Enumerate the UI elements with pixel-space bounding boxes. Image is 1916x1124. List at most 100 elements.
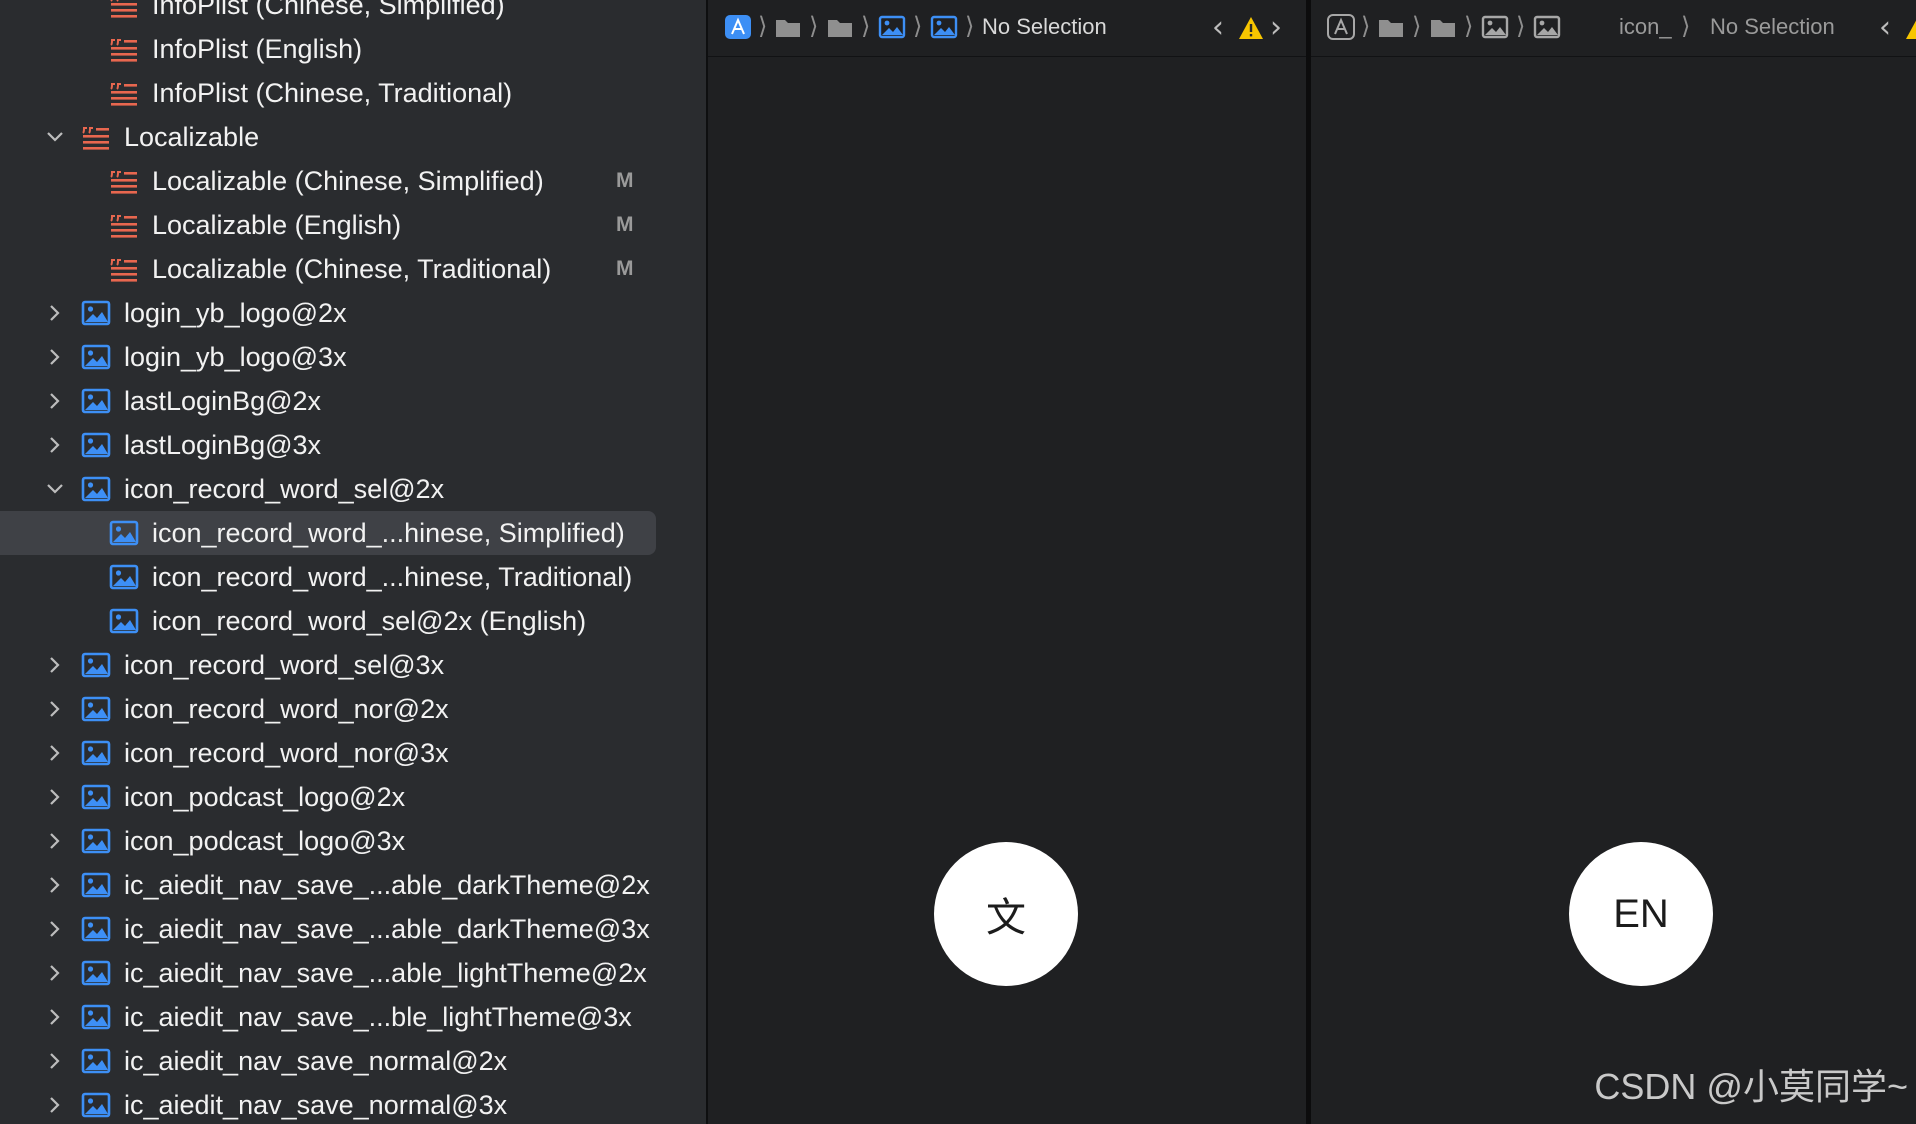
chevron-right-icon[interactable]: [40, 731, 70, 775]
navigator-row[interactable]: icon_record_word_nor@2x: [0, 687, 706, 731]
chevron-right-icon[interactable]: [40, 995, 70, 1039]
image-file-icon[interactable]: [930, 14, 958, 40]
chevron-right-icon[interactable]: [40, 775, 70, 819]
chevron-left-icon[interactable]: ‹: [1212, 10, 1224, 45]
navigator-row-label: login_yb_logo@3x: [124, 342, 347, 372]
image-file-icon: [81, 740, 111, 766]
navigator-row-label: icon_record_word_nor@2x: [124, 694, 449, 724]
navigator-row[interactable]: login_yb_logo@2x: [0, 291, 706, 335]
jump-bar-left: ⟩ ⟩ ⟩ ⟩ ⟩ No Selection ‹ ›: [708, 0, 1306, 57]
editor-pane-left: ⟩ ⟩ ⟩ ⟩ ⟩ No Selection ‹ › 文: [708, 0, 1306, 1124]
image-file-icon: [81, 872, 111, 898]
navigator-row[interactable]: Localizable (Chinese, Simplified) M: [0, 159, 706, 203]
breadcrumb-separator: ⟩: [861, 12, 871, 40]
breadcrumb-separator: ⟩: [809, 12, 819, 40]
navigator-row[interactable]: Localizable (English) M: [0, 203, 706, 247]
source-control-modified-badge: M: [616, 213, 634, 236]
language-switch-button-chinese[interactable]: 文: [934, 842, 1078, 986]
image-file-icon: [81, 828, 111, 854]
folder-icon[interactable]: [1429, 14, 1457, 40]
breadcrumb-separator: ⟩: [1464, 12, 1474, 40]
navigator-row[interactable]: icon_record_word_sel@2x (English): [0, 599, 706, 643]
navigator-row[interactable]: icon_record_word_...hinese, Simplified): [0, 511, 706, 555]
app-project-icon[interactable]: [1327, 14, 1355, 40]
jump-bar-right: ⟩ ⟩ ⟩ ⟩ icon_ ⟩ No Selection ‹: [1311, 0, 1916, 57]
image-file-icon: [81, 1004, 111, 1030]
image-file-icon: [81, 652, 111, 678]
source-control-modified-badge: M: [616, 169, 634, 192]
navigator-row[interactable]: Localizable (Chinese, Traditional) M: [0, 247, 706, 291]
navigator-row[interactable]: Localizable: [0, 115, 706, 159]
chevron-right-icon[interactable]: ›: [1270, 10, 1282, 45]
chevron-right-icon[interactable]: [40, 687, 70, 731]
breadcrumb-separator: ⟩: [1361, 12, 1371, 40]
navigator-row[interactable]: lastLoginBg@2x: [0, 379, 706, 423]
breadcrumb-separator: ⟩: [758, 12, 768, 40]
navigator-row[interactable]: ic_aiedit_nav_save_...able_darkTheme@2x: [0, 863, 706, 907]
language-switch-button-english[interactable]: EN: [1569, 842, 1713, 986]
navigator-row[interactable]: icon_podcast_logo@3x: [0, 819, 706, 863]
navigator-row[interactable]: InfoPlist (English): [0, 27, 706, 71]
navigator-row[interactable]: lastLoginBg@3x: [0, 423, 706, 467]
navigator-row[interactable]: login_yb_logo@3x: [0, 335, 706, 379]
chevron-right-icon[interactable]: [40, 1083, 70, 1124]
navigator-row[interactable]: ic_aiedit_nav_save_normal@3x: [0, 1083, 706, 1124]
navigator-row-label: InfoPlist (Chinese, Simplified): [152, 0, 505, 20]
image-file-icon: [81, 300, 111, 326]
chevron-right-icon[interactable]: [40, 423, 70, 467]
navigator-row-label: icon_podcast_logo@2x: [124, 782, 406, 812]
chevron-right-icon[interactable]: [40, 291, 70, 335]
breadcrumb-file-name[interactable]: icon_: [1619, 14, 1672, 40]
navigator-row[interactable]: icon_record_word_...hinese, Traditional): [0, 555, 706, 599]
navigator-row[interactable]: icon_record_word_nor@3x: [0, 731, 706, 775]
navigator-row[interactable]: ic_aiedit_nav_save_...able_lightTheme@2x: [0, 951, 706, 995]
navigator-row[interactable]: icon_record_word_sel@3x: [0, 643, 706, 687]
navigator-row-label: InfoPlist (English): [152, 34, 363, 64]
navigator-row-label: ic_aiedit_nav_save_normal@3x: [124, 1090, 508, 1120]
navigator-row-label: ic_aiedit_nav_save_...able_darkTheme@2x: [124, 870, 650, 900]
breadcrumb-separator: ⟩: [913, 12, 923, 40]
navigator-row-label: icon_record_word_nor@3x: [124, 738, 449, 768]
breadcrumb-separator: ⟩: [965, 12, 975, 40]
navigator-row[interactable]: InfoPlist (Chinese, Simplified): [0, 0, 706, 27]
navigator-row[interactable]: ic_aiedit_nav_save_normal@2x: [0, 1039, 706, 1083]
chevron-right-icon[interactable]: [40, 643, 70, 687]
warning-icon[interactable]: [1905, 16, 1916, 40]
chevron-right-icon[interactable]: [40, 1039, 70, 1083]
strings-file-icon: [109, 36, 139, 62]
chevron-right-icon[interactable]: [40, 335, 70, 379]
image-file-icon: [81, 916, 111, 942]
navigator-row[interactable]: icon_podcast_logo@2x: [0, 775, 706, 819]
navigator-row[interactable]: icon_record_word_sel@2x: [0, 467, 706, 511]
chevron-right-icon[interactable]: [40, 819, 70, 863]
image-file-icon[interactable]: [1533, 14, 1561, 40]
image-file-icon: [109, 564, 139, 590]
navigator-row[interactable]: ic_aiedit_nav_save_...able_darkTheme@3x: [0, 907, 706, 951]
chevron-right-icon[interactable]: [40, 951, 70, 995]
image-file-icon: [81, 344, 111, 370]
folder-icon[interactable]: [826, 14, 854, 40]
no-selection-label[interactable]: No Selection: [982, 14, 1107, 40]
chevron-left-icon[interactable]: ‹: [1879, 10, 1891, 45]
chevron-right-icon[interactable]: [40, 863, 70, 907]
navigator-row-label: Localizable: [124, 122, 260, 152]
chevron-down-icon[interactable]: [40, 467, 70, 511]
chevron-right-icon[interactable]: [40, 379, 70, 423]
chevron-down-icon[interactable]: [40, 115, 70, 159]
image-file-icon[interactable]: [878, 14, 906, 40]
navigator-row[interactable]: ic_aiedit_nav_save_...ble_lightTheme@3x: [0, 995, 706, 1039]
navigator-row[interactable]: InfoPlist (Chinese, Traditional): [0, 71, 706, 115]
folder-icon[interactable]: [774, 14, 802, 40]
breadcrumb-separator: ⟩: [1681, 12, 1691, 40]
chevron-right-icon[interactable]: [40, 907, 70, 951]
warning-icon[interactable]: [1238, 16, 1264, 40]
no-selection-label[interactable]: No Selection: [1710, 14, 1835, 40]
project-navigator: InfoPlist (Chinese, Simplified) InfoPlist…: [0, 0, 706, 1124]
navigator-row-label: icon_record_word_sel@2x: [124, 474, 445, 504]
app-project-icon[interactable]: [724, 14, 752, 40]
navigator-row-label: login_yb_logo@2x: [124, 298, 347, 328]
image-file-icon: [81, 696, 111, 722]
navigator-row-label: lastLoginBg@2x: [124, 386, 322, 416]
image-file-icon[interactable]: [1481, 14, 1509, 40]
folder-icon[interactable]: [1377, 14, 1405, 40]
